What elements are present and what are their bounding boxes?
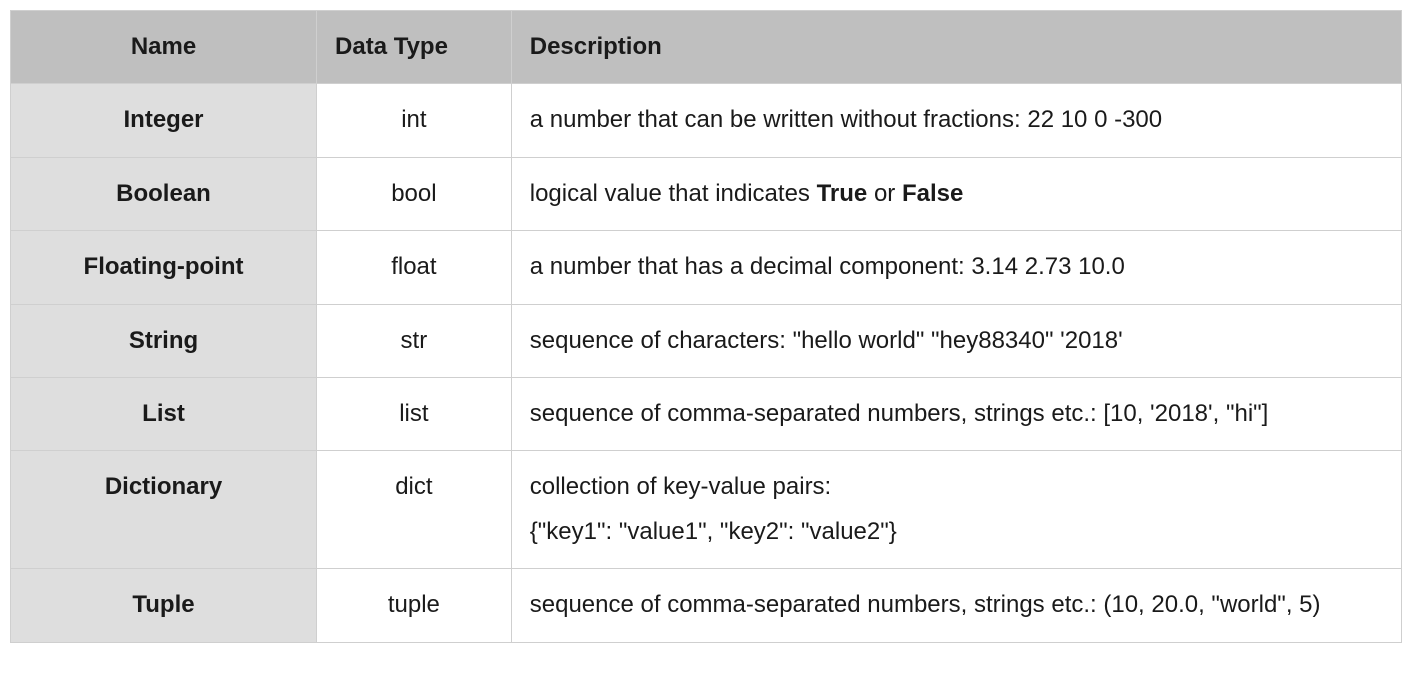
cell-description: sequence of comma-separated numbers, str…	[511, 377, 1401, 450]
table-row: List list sequence of comma-separated nu…	[11, 377, 1402, 450]
cell-data-type: dict	[317, 451, 512, 569]
table-row: Floating-point float a number that has a…	[11, 231, 1402, 304]
header-description: Description	[511, 11, 1401, 84]
cell-data-type: str	[317, 304, 512, 377]
table-row: Integer int a number that can be written…	[11, 84, 1402, 157]
cell-name: Dictionary	[11, 451, 317, 569]
table-body: Integer int a number that can be written…	[11, 84, 1402, 642]
cell-name: String	[11, 304, 317, 377]
cell-data-type: tuple	[317, 569, 512, 642]
cell-data-type: float	[317, 231, 512, 304]
header-name: Name	[11, 11, 317, 84]
cell-description: logical value that indicates True or Fal…	[511, 157, 1401, 230]
cell-data-type: list	[317, 377, 512, 450]
table-header-row: Name Data Type Description	[11, 11, 1402, 84]
cell-name: Floating-point	[11, 231, 317, 304]
data-types-table: Name Data Type Description Integer int a…	[10, 10, 1402, 643]
cell-description: sequence of comma-separated numbers, str…	[511, 569, 1401, 642]
cell-name: Integer	[11, 84, 317, 157]
cell-data-type: bool	[317, 157, 512, 230]
table-row: Tuple tuple sequence of comma-separated …	[11, 569, 1402, 642]
cell-description: sequence of characters: "hello world" "h…	[511, 304, 1401, 377]
table-row: Dictionary dict collection of key-value …	[11, 451, 1402, 569]
cell-description: a number that has a decimal component: 3…	[511, 231, 1401, 304]
table-row: String str sequence of characters: "hell…	[11, 304, 1402, 377]
cell-name: List	[11, 377, 317, 450]
table-row: Boolean bool logical value that indicate…	[11, 157, 1402, 230]
cell-description: collection of key-value pairs:{"key1": "…	[511, 451, 1401, 569]
header-data-type: Data Type	[317, 11, 512, 84]
cell-name: Tuple	[11, 569, 317, 642]
cell-description: a number that can be written without fra…	[511, 84, 1401, 157]
cell-data-type: int	[317, 84, 512, 157]
cell-name: Boolean	[11, 157, 317, 230]
